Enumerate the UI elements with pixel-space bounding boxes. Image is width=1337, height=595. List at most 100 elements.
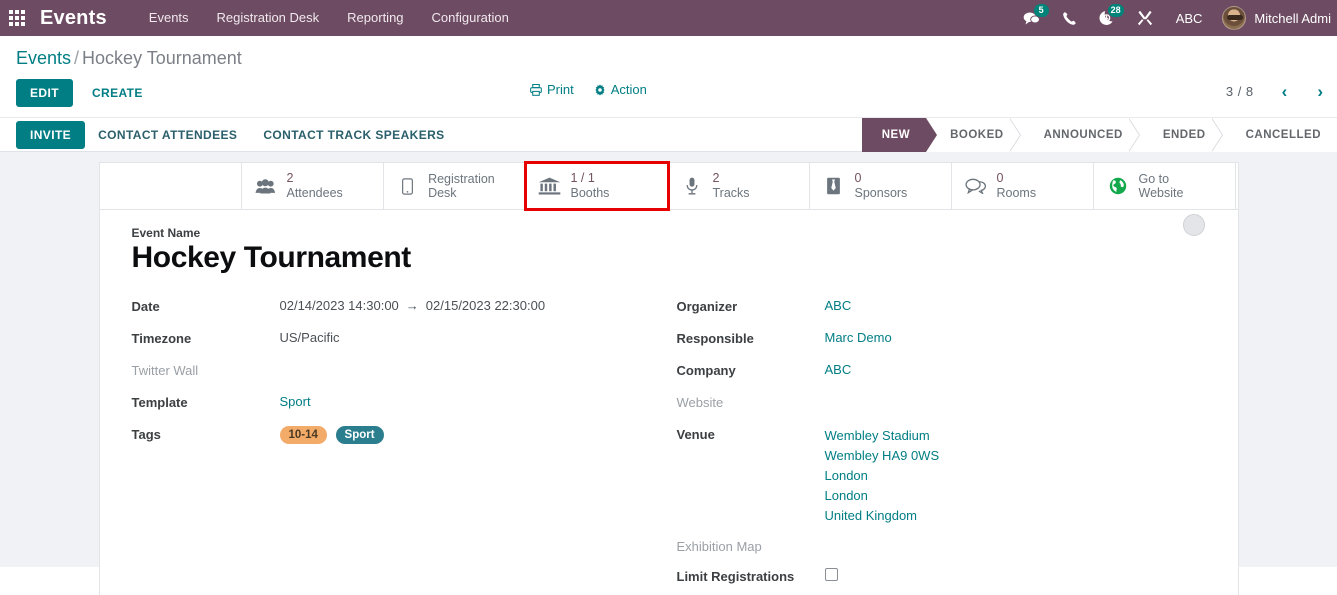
messages-badge: 5	[1033, 4, 1049, 17]
field-tags: Tags 10-14 Sport	[131, 425, 669, 444]
action-menu-button[interactable]: Action	[594, 82, 647, 97]
stat-button-empty	[99, 163, 242, 209]
field-responsible-label: Responsible	[676, 330, 754, 346]
app-brand-title[interactable]: Events	[34, 7, 111, 30]
stat-label-registration-desk: Registration Desk	[428, 171, 495, 200]
field-date-label: Date	[131, 298, 160, 314]
field-company: Company ABC	[677, 362, 1206, 378]
field-website: Website	[677, 394, 1206, 410]
stat-button-sponsors[interactable]: 0 Sponsors	[809, 163, 952, 209]
stat-label-attendees: Attendees	[286, 186, 343, 200]
status-stage-cancelled[interactable]: CANCELLED	[1221, 117, 1337, 152]
pager-previous-button[interactable]: ‹	[1268, 83, 1302, 100]
field-timezone-value[interactable]: US/Pacific	[280, 330, 340, 345]
status-stage-announced[interactable]: ANNOUNCED	[1019, 117, 1141, 152]
field-company-label: Company	[676, 362, 736, 378]
edit-button[interactable]: EDIT	[16, 79, 73, 107]
activities-badge: 28	[1107, 4, 1124, 17]
menu-item-registration-desk[interactable]: Registration Desk	[203, 0, 334, 36]
field-exhibition-map: Exhibition Map	[677, 538, 1206, 554]
field-tags-value: 10-14 Sport	[279, 425, 389, 444]
systray: 5 28 ABC Mitchell Admi	[1012, 0, 1337, 36]
field-venue-value[interactable]: Wembley Stadium Wembley HA9 0WS London L…	[825, 426, 940, 526]
print-menu-button[interactable]: Print	[530, 82, 574, 97]
field-template-value[interactable]: Sport	[280, 394, 311, 409]
tag-chip-sport[interactable]: Sport	[335, 425, 384, 444]
field-organizer-value[interactable]: ABC	[825, 298, 852, 313]
stat-button-tracks[interactable]: 2 Tracks	[667, 163, 810, 209]
control-panel-actions: Print Action	[530, 82, 647, 97]
field-responsible-value[interactable]: Marc Demo	[825, 330, 892, 345]
field-date-value[interactable]: 02/14/2023 14:30:00 → 02/15/2023 22:30:00	[280, 298, 546, 313]
messages-button[interactable]: 5	[1012, 0, 1051, 36]
contact-attendees-button[interactable]: CONTACT ATTENDEES	[85, 122, 250, 148]
field-tags-label: Tags	[131, 426, 161, 442]
contact-track-speakers-button[interactable]: CONTACT TRACK SPEAKERS	[250, 122, 457, 148]
stat-text-attendees: 2 Attendees	[287, 171, 343, 201]
avatar	[1222, 6, 1247, 30]
date-range-arrow-icon: →	[405, 297, 419, 313]
breadcrumb: Events / Hockey Tournament	[16, 48, 1321, 69]
pager-value: 3 / 8	[1225, 84, 1254, 99]
status-stage-new[interactable]: NEW	[861, 117, 938, 152]
pager-next-button[interactable]: ›	[1303, 83, 1337, 100]
breadcrumb-separator: /	[74, 48, 80, 68]
form-column-left: Date 02/14/2023 14:30:00 → 02/15/2023 22:3…	[132, 298, 669, 595]
limit-registrations-checkbox[interactable]	[824, 567, 838, 581]
stat-text-sponsors: 0 Sponsors	[855, 171, 908, 201]
stat-button-go-to-website[interactable]: Go to Website	[1093, 163, 1236, 209]
stat-button-rooms[interactable]: 0 Rooms	[951, 163, 1094, 209]
company-switcher[interactable]: ABC	[1164, 11, 1215, 26]
venue-line-street[interactable]: Wembley HA9 0WS	[825, 446, 940, 466]
action-label: Action	[610, 82, 647, 97]
control-panel: Events / Hockey Tournament EDIT CREATE Pri…	[0, 36, 1337, 118]
create-button[interactable]: CREATE	[79, 79, 156, 107]
stat-button-registration-desk[interactable]: Registration Desk	[383, 163, 526, 209]
field-template-label: Template	[131, 394, 188, 410]
event-name-value[interactable]: Hockey Tournament	[132, 241, 1206, 276]
apps-menu-button[interactable]	[0, 0, 34, 36]
status-stages: NEW BOOKED ANNOUNCED ENDED CANCELLED	[861, 117, 1337, 152]
menu-item-configuration[interactable]: Configuration	[418, 0, 523, 36]
field-organizer-label: Organizer	[676, 298, 738, 314]
main-menu: Events Registration Desk Reporting Confi…	[135, 0, 523, 36]
stat-text-tracks: 2 Tracks	[713, 171, 750, 201]
venue-line-city[interactable]: London	[825, 466, 940, 486]
event-image-placeholder[interactable]	[1182, 214, 1205, 236]
tie-icon	[822, 177, 846, 195]
stat-label-go-to-website: Go to Website	[1138, 171, 1184, 200]
user-menu-button[interactable]: Mitchell Admi	[1214, 6, 1337, 30]
field-timezone: Timezone US/Pacific	[132, 330, 669, 346]
breadcrumb-row: Events / Hockey Tournament	[0, 36, 1337, 73]
form-sheet: 2 Attendees Registration Desk 1 / 1 Boot…	[98, 161, 1239, 595]
chat-bubbles-icon	[964, 178, 988, 194]
stat-button-attendees[interactable]: 2 Attendees	[241, 163, 384, 209]
field-company-value[interactable]: ABC	[825, 362, 852, 377]
date-start-value: 02/14/2023 14:30:00	[279, 297, 399, 313]
menu-item-events[interactable]: Events	[135, 0, 203, 36]
venue-line-name[interactable]: Wembley Stadium	[825, 426, 940, 446]
venue-line-state[interactable]: London	[825, 486, 940, 506]
breadcrumb-item-events[interactable]: Events	[16, 48, 71, 68]
status-stage-booked[interactable]: BOOKED	[926, 117, 1022, 152]
event-name-label: Event Name	[131, 226, 201, 240]
invite-button[interactable]: INVITE	[16, 120, 86, 149]
stat-buttons-row: 2 Attendees Registration Desk 1 / 1 Boot…	[99, 161, 1238, 211]
stat-label-rooms: Rooms	[996, 186, 1037, 200]
stat-value-sponsors: 0	[854, 171, 862, 186]
field-exhibition-map-label: Exhibition Map	[676, 538, 762, 554]
status-stage-ended[interactable]: ENDED	[1138, 117, 1223, 152]
developer-tools-button[interactable]	[1126, 0, 1164, 36]
tag-chip-age[interactable]: 10-14	[279, 425, 327, 444]
breadcrumb-item-current: Hockey Tournament	[82, 48, 242, 68]
field-date: Date 02/14/2023 14:30:00 → 02/15/2023 22:3…	[132, 298, 669, 314]
form-body: Event Name Hockey Tournament Date 02/14/…	[100, 210, 1238, 595]
venue-line-country[interactable]: United Kingdom	[825, 506, 940, 526]
mobile-icon	[396, 177, 420, 195]
phone-button[interactable]	[1051, 0, 1088, 36]
tools-icon	[1137, 10, 1152, 26]
phone-icon	[1062, 11, 1076, 25]
stat-button-booths[interactable]: 1 / 1 Booths	[523, 161, 670, 211]
menu-item-reporting[interactable]: Reporting	[333, 0, 417, 36]
activities-button[interactable]: 28	[1088, 0, 1126, 36]
